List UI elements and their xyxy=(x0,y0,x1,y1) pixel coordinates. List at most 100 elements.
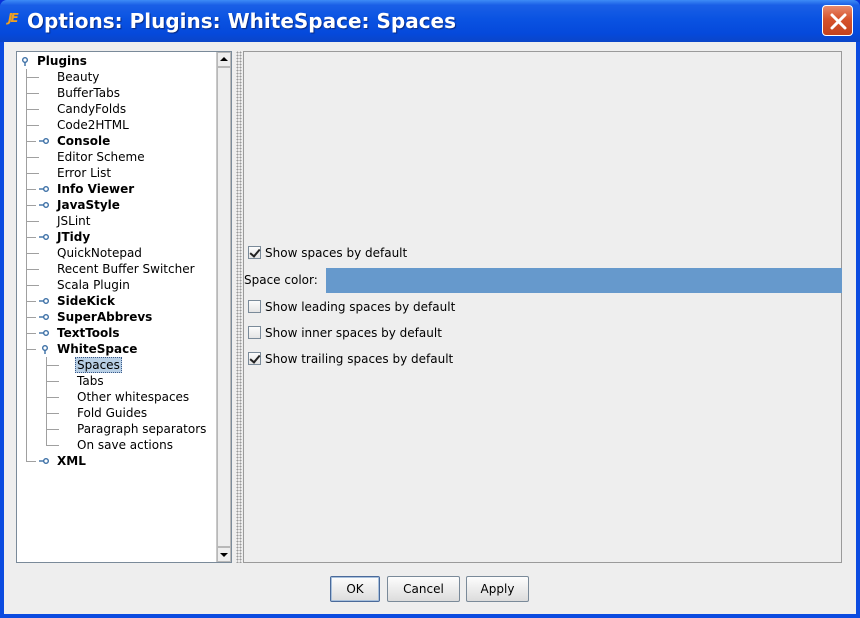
ok-button[interactable]: OK xyxy=(330,576,380,602)
tree-scrollbar[interactable] xyxy=(216,52,231,562)
tree-item-recent-buffer-switcher[interactable]: Recent Buffer Switcher xyxy=(55,261,197,277)
scroll-down-button[interactable] xyxy=(217,547,231,562)
tree-connector-line xyxy=(26,109,39,110)
tree-item-scala-plugin[interactable]: Scala Plugin xyxy=(55,277,132,293)
tree-connector-line xyxy=(46,381,59,382)
dialog-content: Plugins Beauty BufferTabs CandyFolds Code2HT… xyxy=(4,42,856,614)
tree-item-whitespace[interactable]: WhiteSpace xyxy=(55,341,139,357)
tree-item-superabbrevs[interactable]: SuperAbbrevs xyxy=(55,309,154,325)
window-title: Options: Plugins: WhiteSpace: Spaces xyxy=(27,9,457,33)
checkbox-box[interactable] xyxy=(248,326,261,339)
tree-connector-line xyxy=(26,93,39,94)
tree-item-label: CandyFolds xyxy=(57,102,127,116)
collapsed-handle-icon[interactable] xyxy=(39,328,51,338)
tree-connector-line xyxy=(46,397,59,398)
checkbox-label: Show trailing spaces by default xyxy=(265,352,454,366)
tree-item-label: Info Viewer xyxy=(57,182,135,196)
collapsed-handle-icon[interactable] xyxy=(39,456,51,466)
space-color-button[interactable] xyxy=(326,268,842,293)
tree-item-on-save-actions[interactable]: On save actions xyxy=(75,437,175,453)
checkbox-label: Show leading spaces by default xyxy=(265,300,456,314)
tree-item-label: QuickNotepad xyxy=(57,246,142,260)
tree-item-console[interactable]: Console xyxy=(55,133,112,149)
tree-connector-line xyxy=(26,285,39,286)
tree-item-label: Editor Scheme xyxy=(57,150,145,164)
tree-item-label: WhiteSpace xyxy=(57,342,138,356)
tree-item-paragraph-separators[interactable]: Paragraph separators xyxy=(75,421,208,437)
tree-item-label: Plugins xyxy=(37,54,87,68)
tree-item-label: JavaStyle xyxy=(57,198,120,212)
tree-connector-line xyxy=(26,189,36,190)
tree-item-label: Other whitespaces xyxy=(77,390,190,404)
options-panel: Show spaces by default Space color: Show… xyxy=(243,51,842,563)
tree-item-label: SuperAbbrevs xyxy=(57,310,153,324)
collapsed-handle-icon[interactable] xyxy=(39,184,51,194)
expanded-handle-icon[interactable] xyxy=(39,344,51,354)
tree-item-xml[interactable]: XML xyxy=(55,453,88,469)
checkbox-box[interactable] xyxy=(248,300,261,313)
tree-item-javastyle[interactable]: JavaStyle xyxy=(55,197,122,213)
tree-connector-line xyxy=(26,157,39,158)
tree-item-sidekick[interactable]: SideKick xyxy=(55,293,117,309)
tree-connector-line xyxy=(26,237,36,238)
tree-item-texttools[interactable]: TextTools xyxy=(55,325,122,341)
tree-guide-line xyxy=(46,357,47,445)
tree-connector-line xyxy=(46,429,59,430)
checkbox-label: Show inner spaces by default xyxy=(265,326,442,340)
checkbox-label: Show spaces by default xyxy=(265,246,408,260)
tree-item-error-list[interactable]: Error List xyxy=(55,165,113,181)
title-bar[interactable]: JE Options: Plugins: WhiteSpace: Spaces xyxy=(0,0,860,42)
tree-item-spaces[interactable]: Spaces xyxy=(75,357,122,373)
tree-connector-line xyxy=(46,445,59,446)
tree-item-label: BufferTabs xyxy=(57,86,120,100)
arrow-down-icon xyxy=(220,553,228,557)
scroll-up-button[interactable] xyxy=(217,52,231,67)
jedit-icon: JE xyxy=(8,11,19,25)
tree-item-jtidy[interactable]: JTidy xyxy=(55,229,92,245)
tree-connector-line xyxy=(26,269,39,270)
tree-item-plugins[interactable]: Plugins xyxy=(35,53,89,69)
scroll-thumb[interactable] xyxy=(217,67,231,547)
tree-connector-line xyxy=(26,461,36,462)
tree-item-buffertabs[interactable]: BufferTabs xyxy=(55,85,122,101)
expanded-handle-icon[interactable] xyxy=(19,56,31,66)
tree-item-other-whitespaces[interactable]: Other whitespaces xyxy=(75,389,191,405)
tree-item-quicknotepad[interactable]: QuickNotepad xyxy=(55,245,144,261)
tree-connector-line xyxy=(26,221,39,222)
tree-connector-line xyxy=(46,413,59,414)
tree-connector-line xyxy=(26,317,36,318)
tree-item-jslint[interactable]: JSLint xyxy=(55,213,93,229)
collapsed-handle-icon[interactable] xyxy=(39,136,51,146)
tree-item-label: Spaces xyxy=(75,357,122,373)
tree-item-label: On save actions xyxy=(77,438,173,452)
tree-item-editor-scheme[interactable]: Editor Scheme xyxy=(55,149,147,165)
tree-item-label: Beauty xyxy=(57,70,100,84)
tree-item-candyfolds[interactable]: CandyFolds xyxy=(55,101,128,117)
tree-item-tabs[interactable]: Tabs xyxy=(75,373,106,389)
apply-button[interactable]: Apply xyxy=(466,576,529,602)
tree-connector-line xyxy=(26,349,36,350)
close-icon xyxy=(830,13,847,30)
collapsed-handle-icon[interactable] xyxy=(39,312,51,322)
tree-connector-line xyxy=(26,125,39,126)
cancel-button[interactable]: Cancel xyxy=(387,576,460,602)
tree-item-label: Paragraph separators xyxy=(77,422,207,436)
tree-connector-line xyxy=(26,77,39,78)
collapsed-handle-icon[interactable] xyxy=(39,200,51,210)
close-button[interactable] xyxy=(822,5,853,36)
tree-connector-line xyxy=(26,253,39,254)
tree-item-beauty[interactable]: Beauty xyxy=(55,69,101,85)
arrow-up-icon xyxy=(220,57,228,61)
collapsed-handle-icon[interactable] xyxy=(39,296,51,306)
tree-item-code2html[interactable]: Code2HTML xyxy=(55,117,131,133)
tree-connector-line xyxy=(26,173,39,174)
tree-item-label: Recent Buffer Switcher xyxy=(57,262,195,276)
checkbox-box[interactable] xyxy=(248,246,261,259)
tree-connector-line xyxy=(26,333,36,334)
checkbox-box[interactable] xyxy=(248,352,261,365)
tree-item-info-viewer[interactable]: Info Viewer xyxy=(55,181,136,197)
split-pane-divider[interactable] xyxy=(236,51,242,563)
collapsed-handle-icon[interactable] xyxy=(39,232,51,242)
tree-item-label: JSLint xyxy=(57,214,91,228)
tree-item-fold-guides[interactable]: Fold Guides xyxy=(75,405,149,421)
